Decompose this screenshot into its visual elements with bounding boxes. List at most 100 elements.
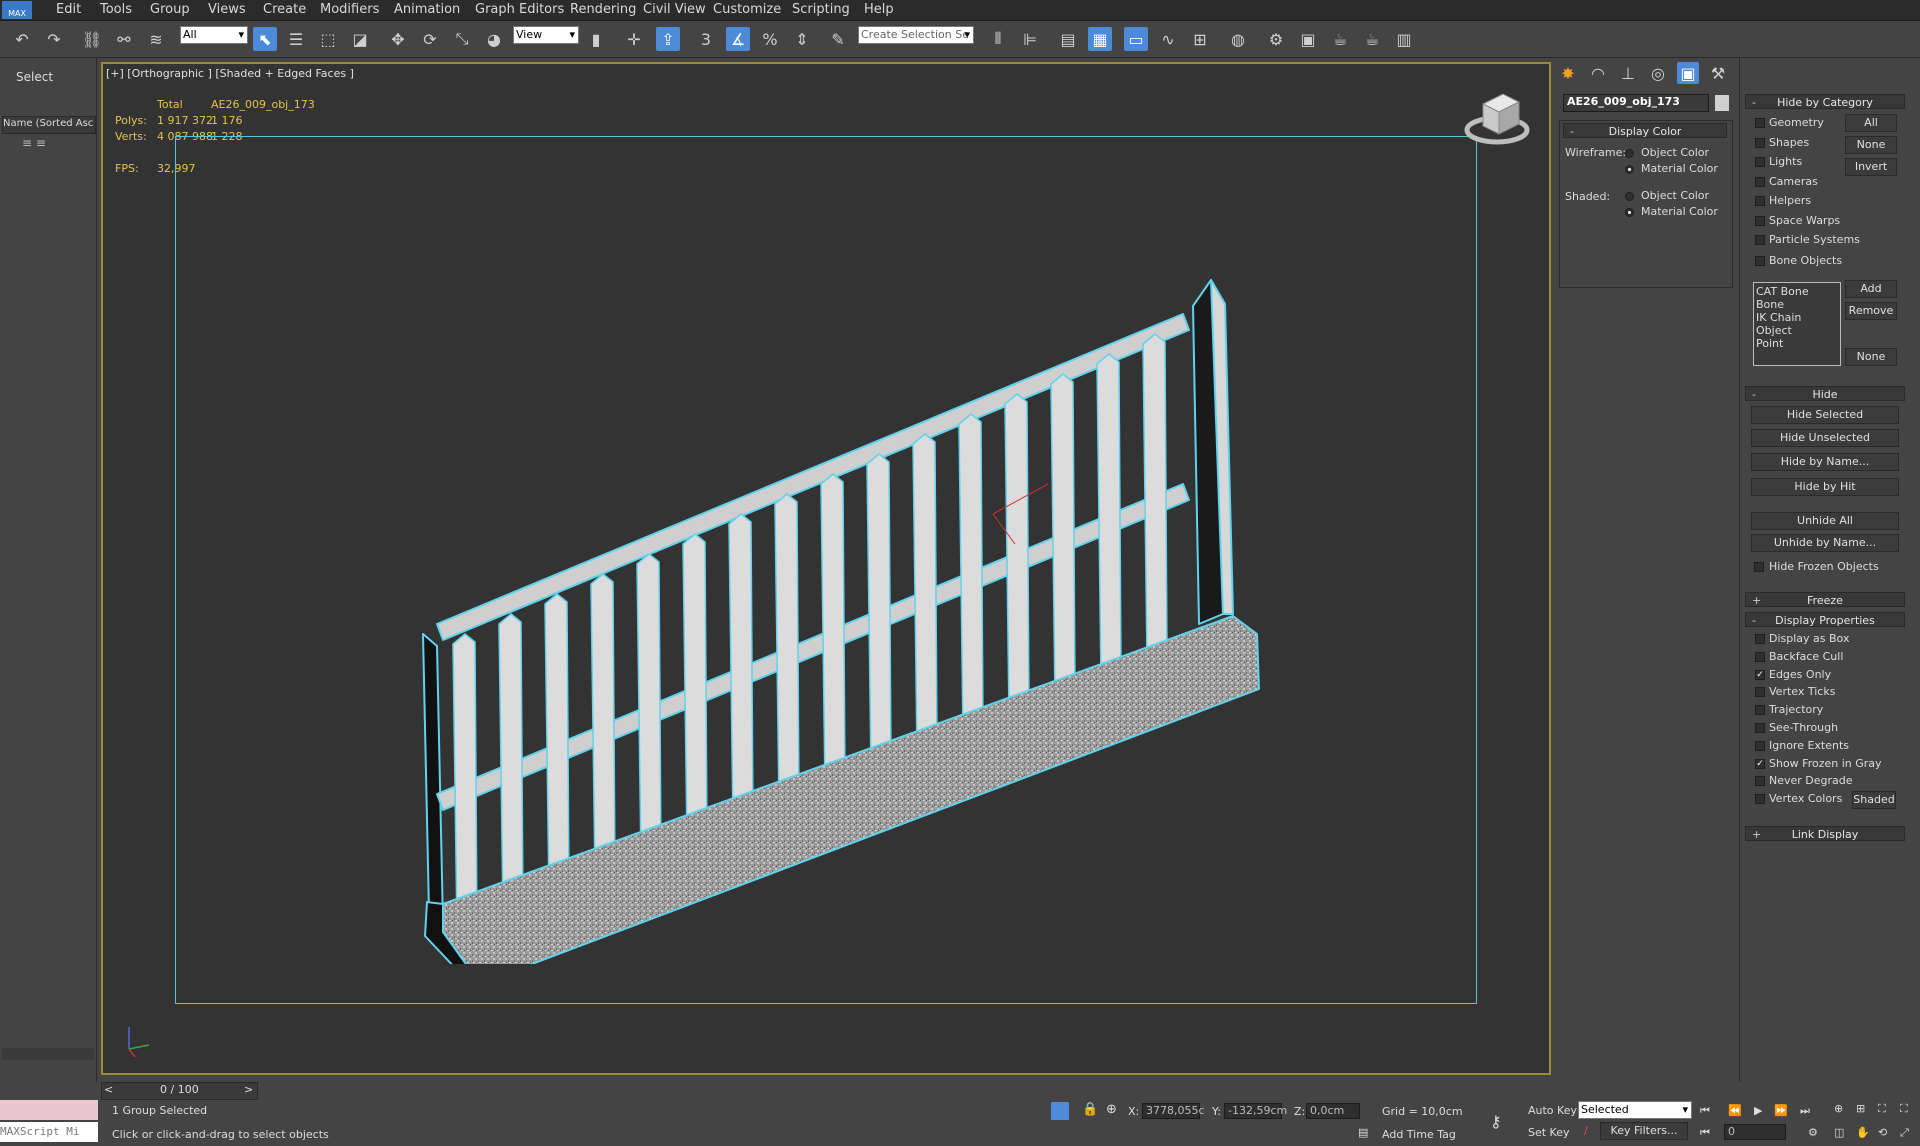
percent-snap-icon[interactable]: % (758, 27, 782, 51)
bind-spacewarp-icon[interactable]: ≋ (144, 27, 168, 51)
hide-by-category-header[interactable]: - Hide by Category (1745, 94, 1905, 109)
keyboard-shortcut-icon[interactable]: ⇪ (656, 27, 680, 51)
utilities-tab-icon[interactable]: ⚒ (1707, 62, 1729, 84)
viewport-label[interactable]: [+] [Orthographic ] [Shaded + Edged Face… (106, 67, 354, 80)
cameras-checkbox[interactable] (1755, 177, 1765, 187)
time-prev-button[interactable]: < (104, 1083, 113, 1096)
render-cloud-icon[interactable]: ▥ (1392, 27, 1416, 51)
viewport-orthographic[interactable]: [+] [Orthographic ] [Shaded + Edged Face… (101, 62, 1551, 1075)
invert-button[interactable]: Invert (1845, 158, 1897, 176)
maximize-viewport-icon[interactable]: ⤢ (1900, 1126, 1909, 1140)
add-button[interactable]: Add (1845, 280, 1897, 298)
display-property-checkbox[interactable] (1755, 634, 1765, 644)
absolute-mode-icon[interactable]: ⊕ (1106, 1102, 1117, 1117)
move-icon[interactable]: ✥ (386, 27, 410, 51)
spinner-snap-icon[interactable]: ⇕ (790, 27, 814, 51)
render-teapot-icon[interactable]: ☕ (1328, 27, 1352, 51)
rotate-icon[interactable]: ⟳ (418, 27, 442, 51)
hide-by-name-button[interactable]: Hide by Name... (1751, 453, 1899, 471)
unhide-by-name-button[interactable]: Unhide by Name... (1751, 534, 1899, 552)
shaded-object-color-radio[interactable] (1625, 192, 1634, 201)
zoom-region-icon[interactable]: ◫ (1834, 1126, 1844, 1139)
viewcube-icon[interactable] (1461, 86, 1533, 152)
object-color-swatch[interactable] (1715, 95, 1729, 111)
z-coord-field[interactable]: 0,0cm (1306, 1103, 1360, 1119)
remove-button[interactable]: Remove (1845, 302, 1897, 320)
maxscript-listener[interactable] (0, 1100, 98, 1120)
next-frame-icon[interactable]: ⏩ (1774, 1104, 1788, 1117)
unhide-all-button[interactable]: Unhide All (1751, 512, 1899, 530)
hide-frozen-checkbox[interactable] (1754, 562, 1764, 572)
lock-icon[interactable]: 🔒 (1082, 1102, 1098, 1117)
key-mode-toggle-icon[interactable]: ⏮ (1700, 1126, 1710, 1140)
object-name-field[interactable]: AE26_009_obj_173 (1563, 94, 1709, 112)
none-button[interactable]: None (1845, 136, 1897, 154)
sort-header[interactable]: Name (Sorted Asc (2, 116, 96, 134)
display-color-header[interactable]: - Display Color (1563, 123, 1727, 138)
display-property-checkbox[interactable] (1755, 776, 1765, 787)
display-tab-icon[interactable]: ▣ (1677, 62, 1699, 84)
key-mode-dropdown[interactable]: Selected (1578, 1101, 1692, 1119)
goto-end-icon[interactable]: ⏭ (1800, 1104, 1810, 1118)
lights-checkbox[interactable] (1755, 157, 1765, 167)
menu-tools[interactable]: Tools (100, 2, 132, 17)
wireframe-material-color-radio[interactable] (1625, 165, 1634, 174)
display-property-checkbox[interactable] (1755, 723, 1765, 733)
menu-edit[interactable]: Edit (56, 2, 81, 17)
mirror-icon[interactable]: ⫴ (986, 27, 1010, 51)
select-tab[interactable]: Select (16, 70, 53, 84)
time-next-button[interactable]: > (244, 1083, 253, 1096)
scale-icon[interactable]: ⤡ (450, 27, 474, 51)
scene-scrollbar[interactable] (2, 1048, 94, 1060)
maxscript-input[interactable]: MAXScript Mi (0, 1122, 98, 1142)
zoom-extents-all-icon[interactable]: ⛶ (1900, 1102, 1908, 1116)
add-time-tag[interactable]: Add Time Tag (1382, 1128, 1456, 1141)
display-property-checkbox[interactable] (1755, 794, 1765, 805)
shapes-checkbox[interactable] (1755, 138, 1765, 148)
key-curve-icon[interactable]: ∕ (1584, 1124, 1588, 1137)
rendered-frame-icon[interactable]: ▣ (1296, 27, 1320, 51)
key-icon[interactable]: ⚷ (1490, 1112, 1502, 1131)
list-item[interactable]: IK Chain Object (1756, 311, 1838, 337)
pivot-center-icon[interactable]: ▮ (584, 27, 608, 51)
display-property-checkbox[interactable] (1755, 651, 1765, 662)
x-coord-field[interactable]: 3778,055c (1142, 1103, 1205, 1119)
named-selection-dropdown[interactable]: Create Selection Se (858, 26, 974, 44)
bone-objects-checkbox[interactable] (1755, 256, 1765, 266)
display-properties-header[interactable]: - Display Properties (1745, 612, 1905, 627)
list-none-button[interactable]: None (1845, 348, 1897, 366)
undo-icon[interactable]: ↶ (10, 27, 34, 51)
modify-tab-icon[interactable]: ◠ (1587, 62, 1609, 84)
time-config-icon[interactable]: ⚙ (1808, 1126, 1818, 1139)
display-property-checkbox[interactable] (1755, 705, 1765, 716)
geometry-checkbox[interactable] (1755, 118, 1765, 128)
key-filters-button[interactable]: Key Filters... (1600, 1122, 1688, 1140)
app-logo[interactable]: MAX (2, 1, 32, 19)
link-icon[interactable]: ⛓ (80, 27, 104, 51)
material-editor-icon[interactable]: ◍ (1226, 27, 1250, 51)
window-crossing-icon[interactable]: ◪ (348, 27, 372, 51)
select-by-name-icon[interactable]: ☰ (284, 27, 308, 51)
menu-graph-editors[interactable]: Graph Editors (475, 2, 564, 17)
menu-modifiers[interactable]: Modifiers (320, 2, 379, 17)
edit-named-selection-icon[interactable]: ✎ (826, 27, 850, 51)
layers-icon[interactable]: ≡ ≡ (22, 136, 46, 150)
prev-frame-icon[interactable]: ⏪ (1728, 1104, 1742, 1117)
render-setup-icon[interactable]: ⚙ (1264, 27, 1288, 51)
menu-group[interactable]: Group (150, 2, 190, 17)
layer-explorer-icon[interactable]: ▦ (1088, 27, 1112, 51)
orbit-icon[interactable]: ⟲ (1878, 1126, 1887, 1139)
select-manipulate-icon[interactable]: ✛ (622, 27, 646, 51)
hierarchy-tab-icon[interactable]: ⊥ (1617, 62, 1639, 84)
ribbon-toggle-icon[interactable]: ▭ (1124, 27, 1148, 51)
fence-model[interactable] (403, 184, 1383, 964)
selection-filter-dropdown[interactable]: All (180, 26, 248, 44)
zoom-icon[interactable]: ⊕ (1834, 1102, 1843, 1115)
time-tag-icon[interactable]: ▤ (1358, 1126, 1368, 1139)
create-tab-icon[interactable]: ✸ (1557, 62, 1579, 84)
angle-snap-icon[interactable]: ∡ (726, 27, 750, 51)
schematic-view-icon[interactable]: ⊞ (1188, 27, 1212, 51)
menu-customize[interactable]: Customize (713, 2, 781, 17)
list-item[interactable]: CAT Bone (1756, 285, 1838, 298)
redo-icon[interactable]: ↷ (42, 27, 66, 51)
